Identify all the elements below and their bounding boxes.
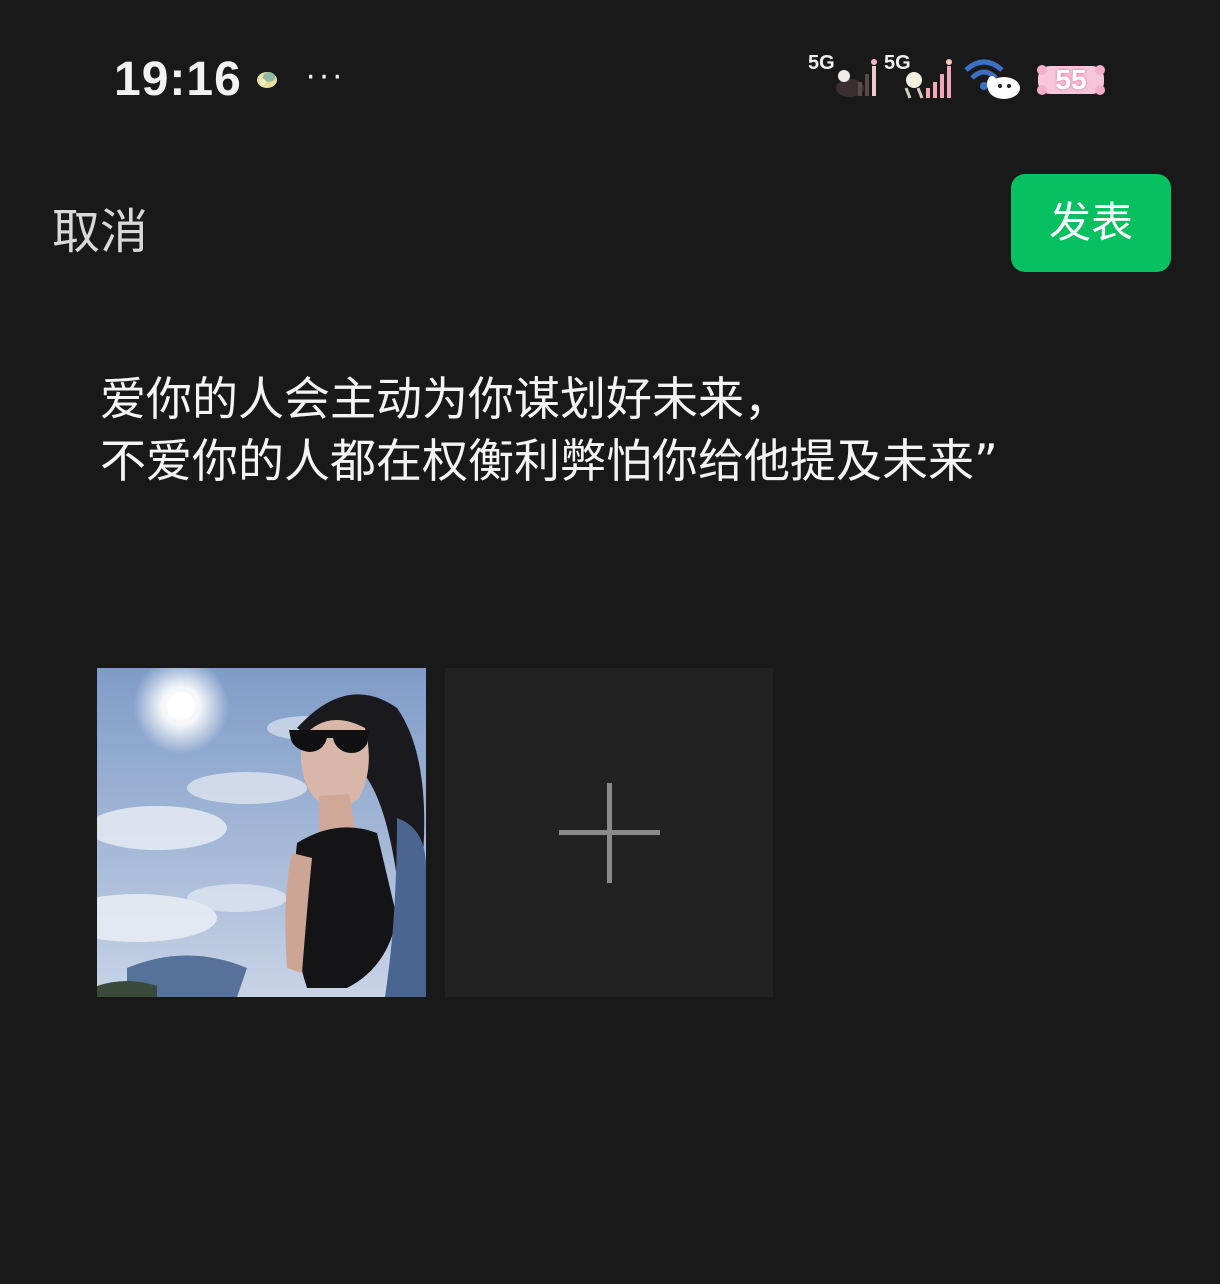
signal-2-label: 5G bbox=[884, 52, 911, 74]
more-notifications-icon: ··· bbox=[305, 56, 345, 94]
signal-2: 5G bbox=[884, 52, 956, 100]
battery-indicator: 55 bbox=[1036, 62, 1106, 98]
photo-thumbnail[interactable] bbox=[97, 668, 426, 997]
photo-image bbox=[97, 668, 426, 997]
moments-compose-screen: 19:16 ··· 5G 5G 55 取消 发表 爱你的人会主动为你谋划好未来，… bbox=[0, 0, 1220, 1284]
wifi-icon bbox=[964, 59, 1020, 99]
app-notification-icon bbox=[257, 72, 277, 88]
publish-button[interactable]: 发表 bbox=[1011, 174, 1171, 272]
signal-1-label: 5G bbox=[808, 52, 835, 74]
plus-icon bbox=[559, 783, 660, 883]
signal-1: 5G bbox=[808, 52, 880, 100]
post-text-input[interactable]: 爱你的人会主动为你谋划好未来， 不爱你的人都在权衡利弊怕你给他提及未来” bbox=[100, 368, 1180, 492]
post-text-line: 爱你的人会主动为你谋划好未来， bbox=[100, 372, 790, 426]
add-photo-button[interactable] bbox=[445, 668, 773, 997]
post-text-line: 不爱你的人都在权衡利弊怕你给他提及未来” bbox=[100, 434, 998, 488]
cancel-button[interactable]: 取消 bbox=[52, 192, 148, 262]
battery-level: 55 bbox=[1055, 64, 1087, 95]
status-time: 19:16 bbox=[114, 53, 242, 106]
